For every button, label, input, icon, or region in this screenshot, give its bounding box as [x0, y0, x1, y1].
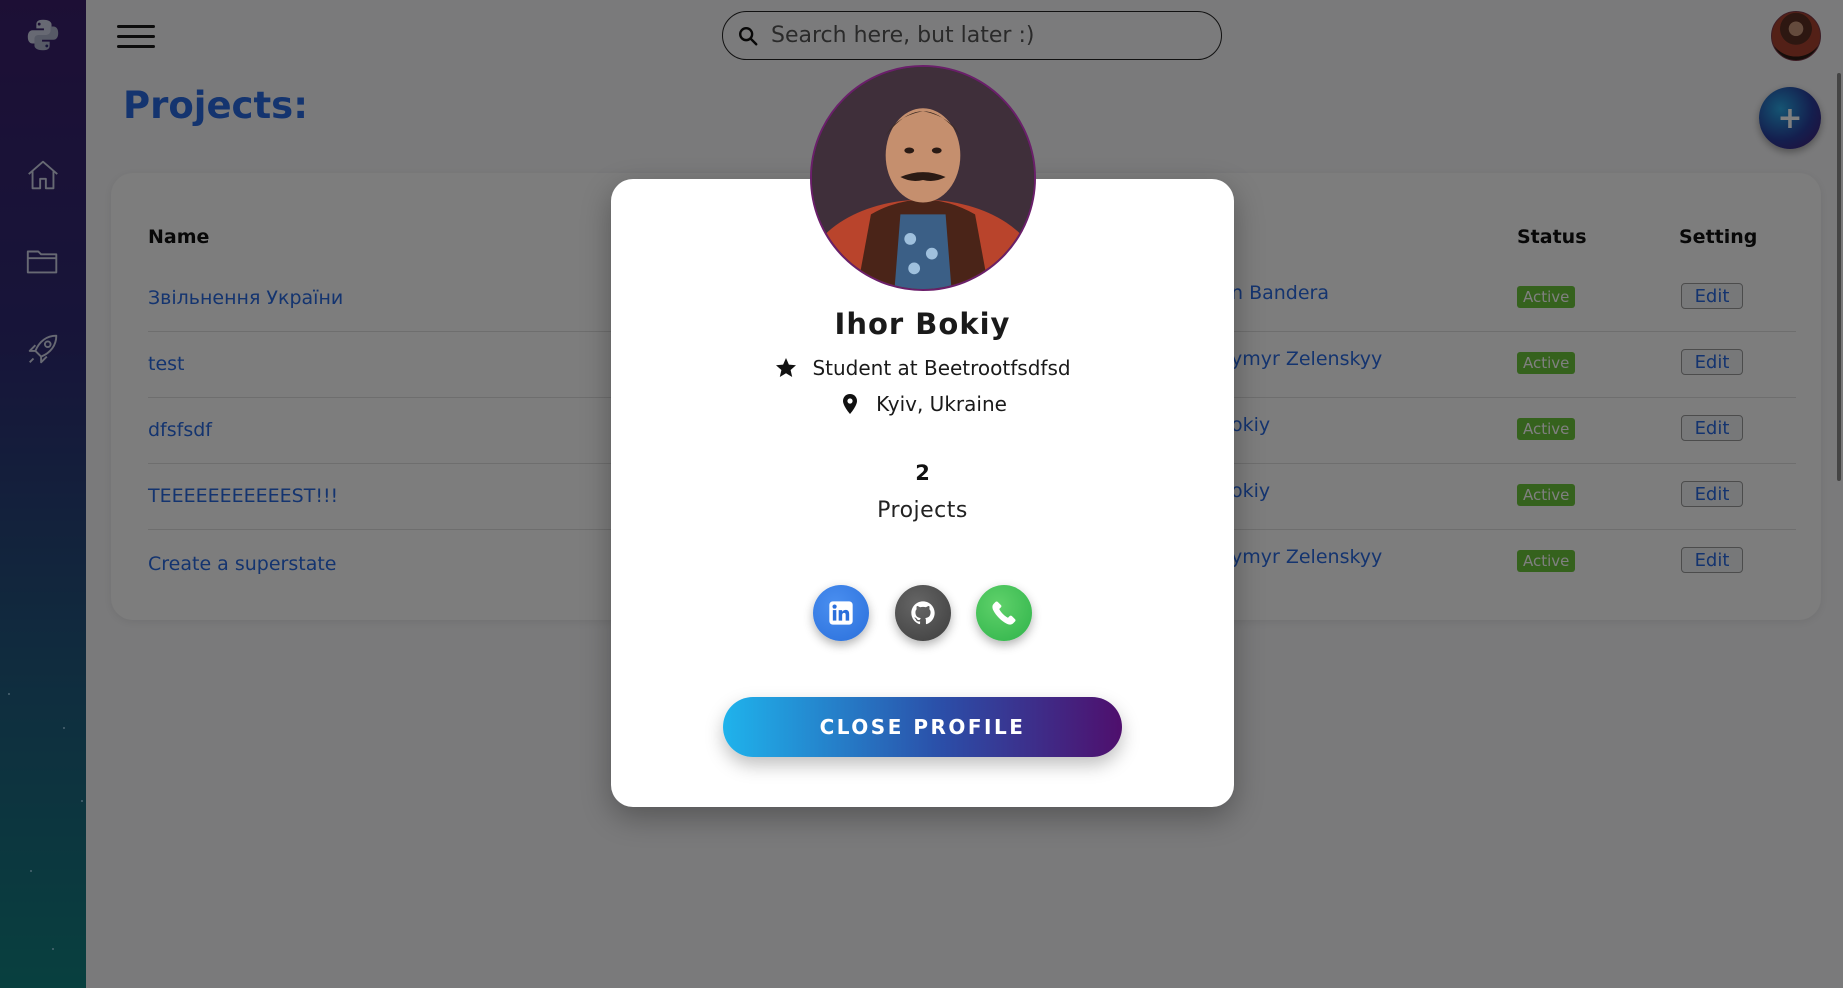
github-icon	[911, 601, 935, 625]
profile-occupation: Student at Beetrootfsdfsd	[812, 356, 1071, 380]
linkedin-button[interactable]	[813, 585, 869, 641]
projects-count-label: Projects	[877, 498, 968, 523]
star-icon	[776, 358, 797, 377]
phone-icon	[992, 601, 1016, 625]
location-line: Kyiv, Ukraine	[611, 392, 1234, 416]
location-pin-icon	[843, 394, 858, 414]
linkedin-icon	[829, 601, 853, 625]
projects-count: 2	[915, 461, 930, 485]
profile-location: Kyiv, Ukraine	[876, 392, 1007, 416]
github-button[interactable]	[895, 585, 951, 641]
profile-avatar	[810, 65, 1036, 291]
page-scrollbar[interactable]	[1837, 73, 1841, 481]
profile-name: Ihor Bokiy	[834, 307, 1011, 341]
phone-button[interactable]	[976, 585, 1032, 641]
close-profile-button[interactable]: CLOSE PROFILE	[723, 697, 1122, 757]
occupation-line: Student at Beetrootfsdfsd	[611, 356, 1234, 380]
